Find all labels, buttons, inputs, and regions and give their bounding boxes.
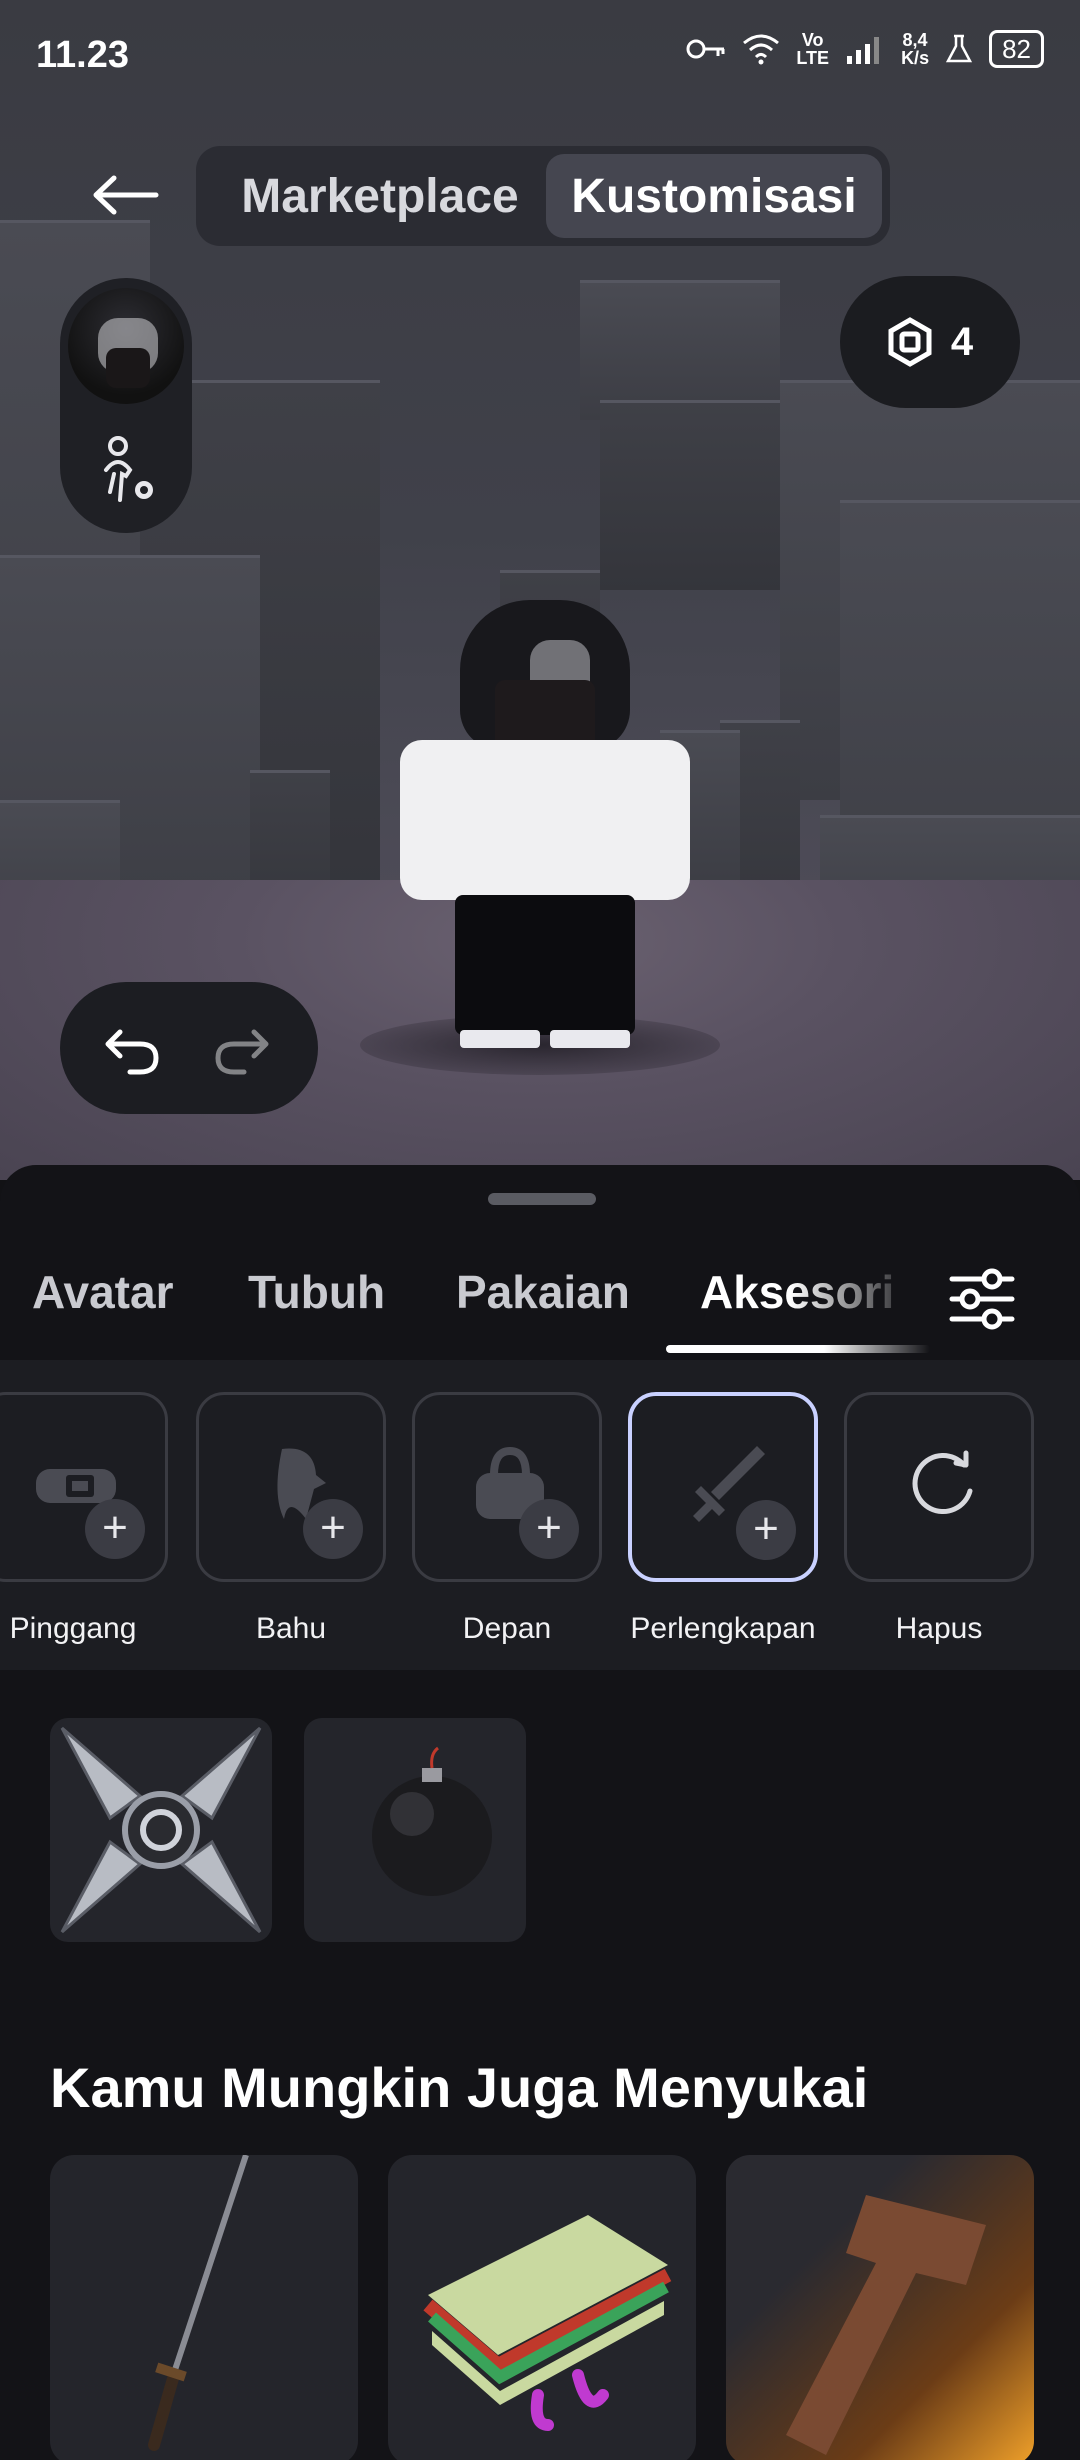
add-icon: + (736, 1500, 796, 1560)
subcategory-perlengkapan[interactable]: + Perlengkapan (628, 1392, 818, 1646)
scene-block (600, 400, 780, 590)
subcategory-tile (844, 1392, 1034, 1582)
customization-sheet: Avatar Tubuh Pakaian Aksesori + Pinggang… (0, 1165, 1080, 2460)
robux-icon (888, 317, 932, 367)
tab-pakaian[interactable]: Pakaian (456, 1265, 630, 1319)
top-segmented-control: Marketplace Kustomisasi (196, 146, 890, 246)
subcategory-pinggang[interactable]: + Pinggang (0, 1392, 168, 1646)
back-button[interactable] (80, 160, 170, 230)
shuriken-icon (60, 1726, 262, 1934)
robux-balance[interactable]: 4 (840, 276, 1020, 408)
subcategory-bahu[interactable]: + Bahu (196, 1392, 386, 1646)
undo-icon[interactable] (100, 1018, 164, 1078)
subcategory-hapus[interactable]: Hapus (844, 1392, 1034, 1646)
vpn-key-icon (686, 39, 725, 59)
tabs-fade (790, 1260, 920, 1340)
subcategory-label: Bahu (255, 1612, 327, 1645)
recommended-item-hammer[interactable] (726, 2155, 1034, 2460)
subcategory-tile: + (0, 1392, 168, 1582)
avatar-shoe (460, 1030, 540, 1048)
shuriken-item[interactable] (50, 1718, 272, 1942)
robux-amount: 4 (950, 319, 974, 364)
subcategory-label: Pinggang (9, 1612, 137, 1645)
wifi-icon (743, 34, 780, 65)
recommendations-title: Kamu Mungkin Juga Menyukai (50, 2056, 869, 2119)
subcategory-tile: + (412, 1392, 602, 1582)
sandwich-icon (423, 2215, 672, 2431)
avatar-shirt (400, 740, 690, 900)
subcategory-label: Depan (462, 1612, 552, 1645)
signal-icon (847, 37, 880, 64)
redo-icon[interactable] (210, 1018, 274, 1078)
hammer-icon (786, 2195, 986, 2455)
subcategory-tile-selected: + (628, 1392, 818, 1582)
avatar-3d-model[interactable] (400, 600, 690, 1060)
status-time: 11.23 (36, 34, 129, 76)
avatar-settings-icon[interactable] (96, 434, 160, 506)
bomb-icon (372, 1746, 492, 1896)
tab-avatar[interactable]: Avatar (32, 1265, 173, 1319)
flask-icon (945, 34, 973, 63)
subcategory-tile: + (196, 1392, 386, 1582)
status-bar: 11.23 Vo LTE 8,4 K/s 82 (0, 0, 1080, 110)
active-tab-indicator (666, 1345, 930, 1353)
recommended-item-katana[interactable] (50, 2155, 358, 2460)
katana-icon (148, 2155, 249, 2451)
avatar[interactable] (68, 288, 184, 404)
network-speed: 8,4 K/s (901, 30, 930, 68)
add-icon: + (519, 1499, 579, 1559)
scene-block (580, 280, 780, 420)
add-icon: + (85, 1499, 145, 1559)
sheet-drag-handle[interactable] (488, 1193, 596, 1205)
bomb-item[interactable] (304, 1718, 526, 1942)
volte-indicator: Vo LTE (796, 30, 830, 68)
tab-kustomisasi[interactable]: Kustomisasi (546, 154, 882, 238)
avatar-shoe (550, 1030, 630, 1048)
filter-sliders-icon[interactable] (948, 1267, 1016, 1331)
status-icons: Vo LTE 8,4 K/s 82 (686, 30, 1044, 68)
avatar-quick-panel (60, 278, 192, 533)
avatar-pants (455, 895, 635, 1035)
subcategory-depan[interactable]: + Depan (412, 1392, 602, 1646)
undo-redo-panel (60, 982, 318, 1114)
tab-tubuh[interactable]: Tubuh (248, 1265, 385, 1319)
reset-icon (912, 1450, 973, 1514)
arrow-left-icon (93, 175, 159, 215)
battery-indicator: 82 (989, 30, 1044, 68)
subcategory-label: Hapus (895, 1612, 983, 1645)
subcategory-label: Perlengkapan (630, 1612, 816, 1645)
add-icon: + (303, 1499, 363, 1559)
subcategory-strip: + Pinggang + Bahu + Depan + Perlengkapan… (0, 1360, 1080, 1670)
tab-marketplace[interactable]: Marketplace (210, 154, 550, 238)
recommended-item-sandwich[interactable] (388, 2155, 696, 2460)
